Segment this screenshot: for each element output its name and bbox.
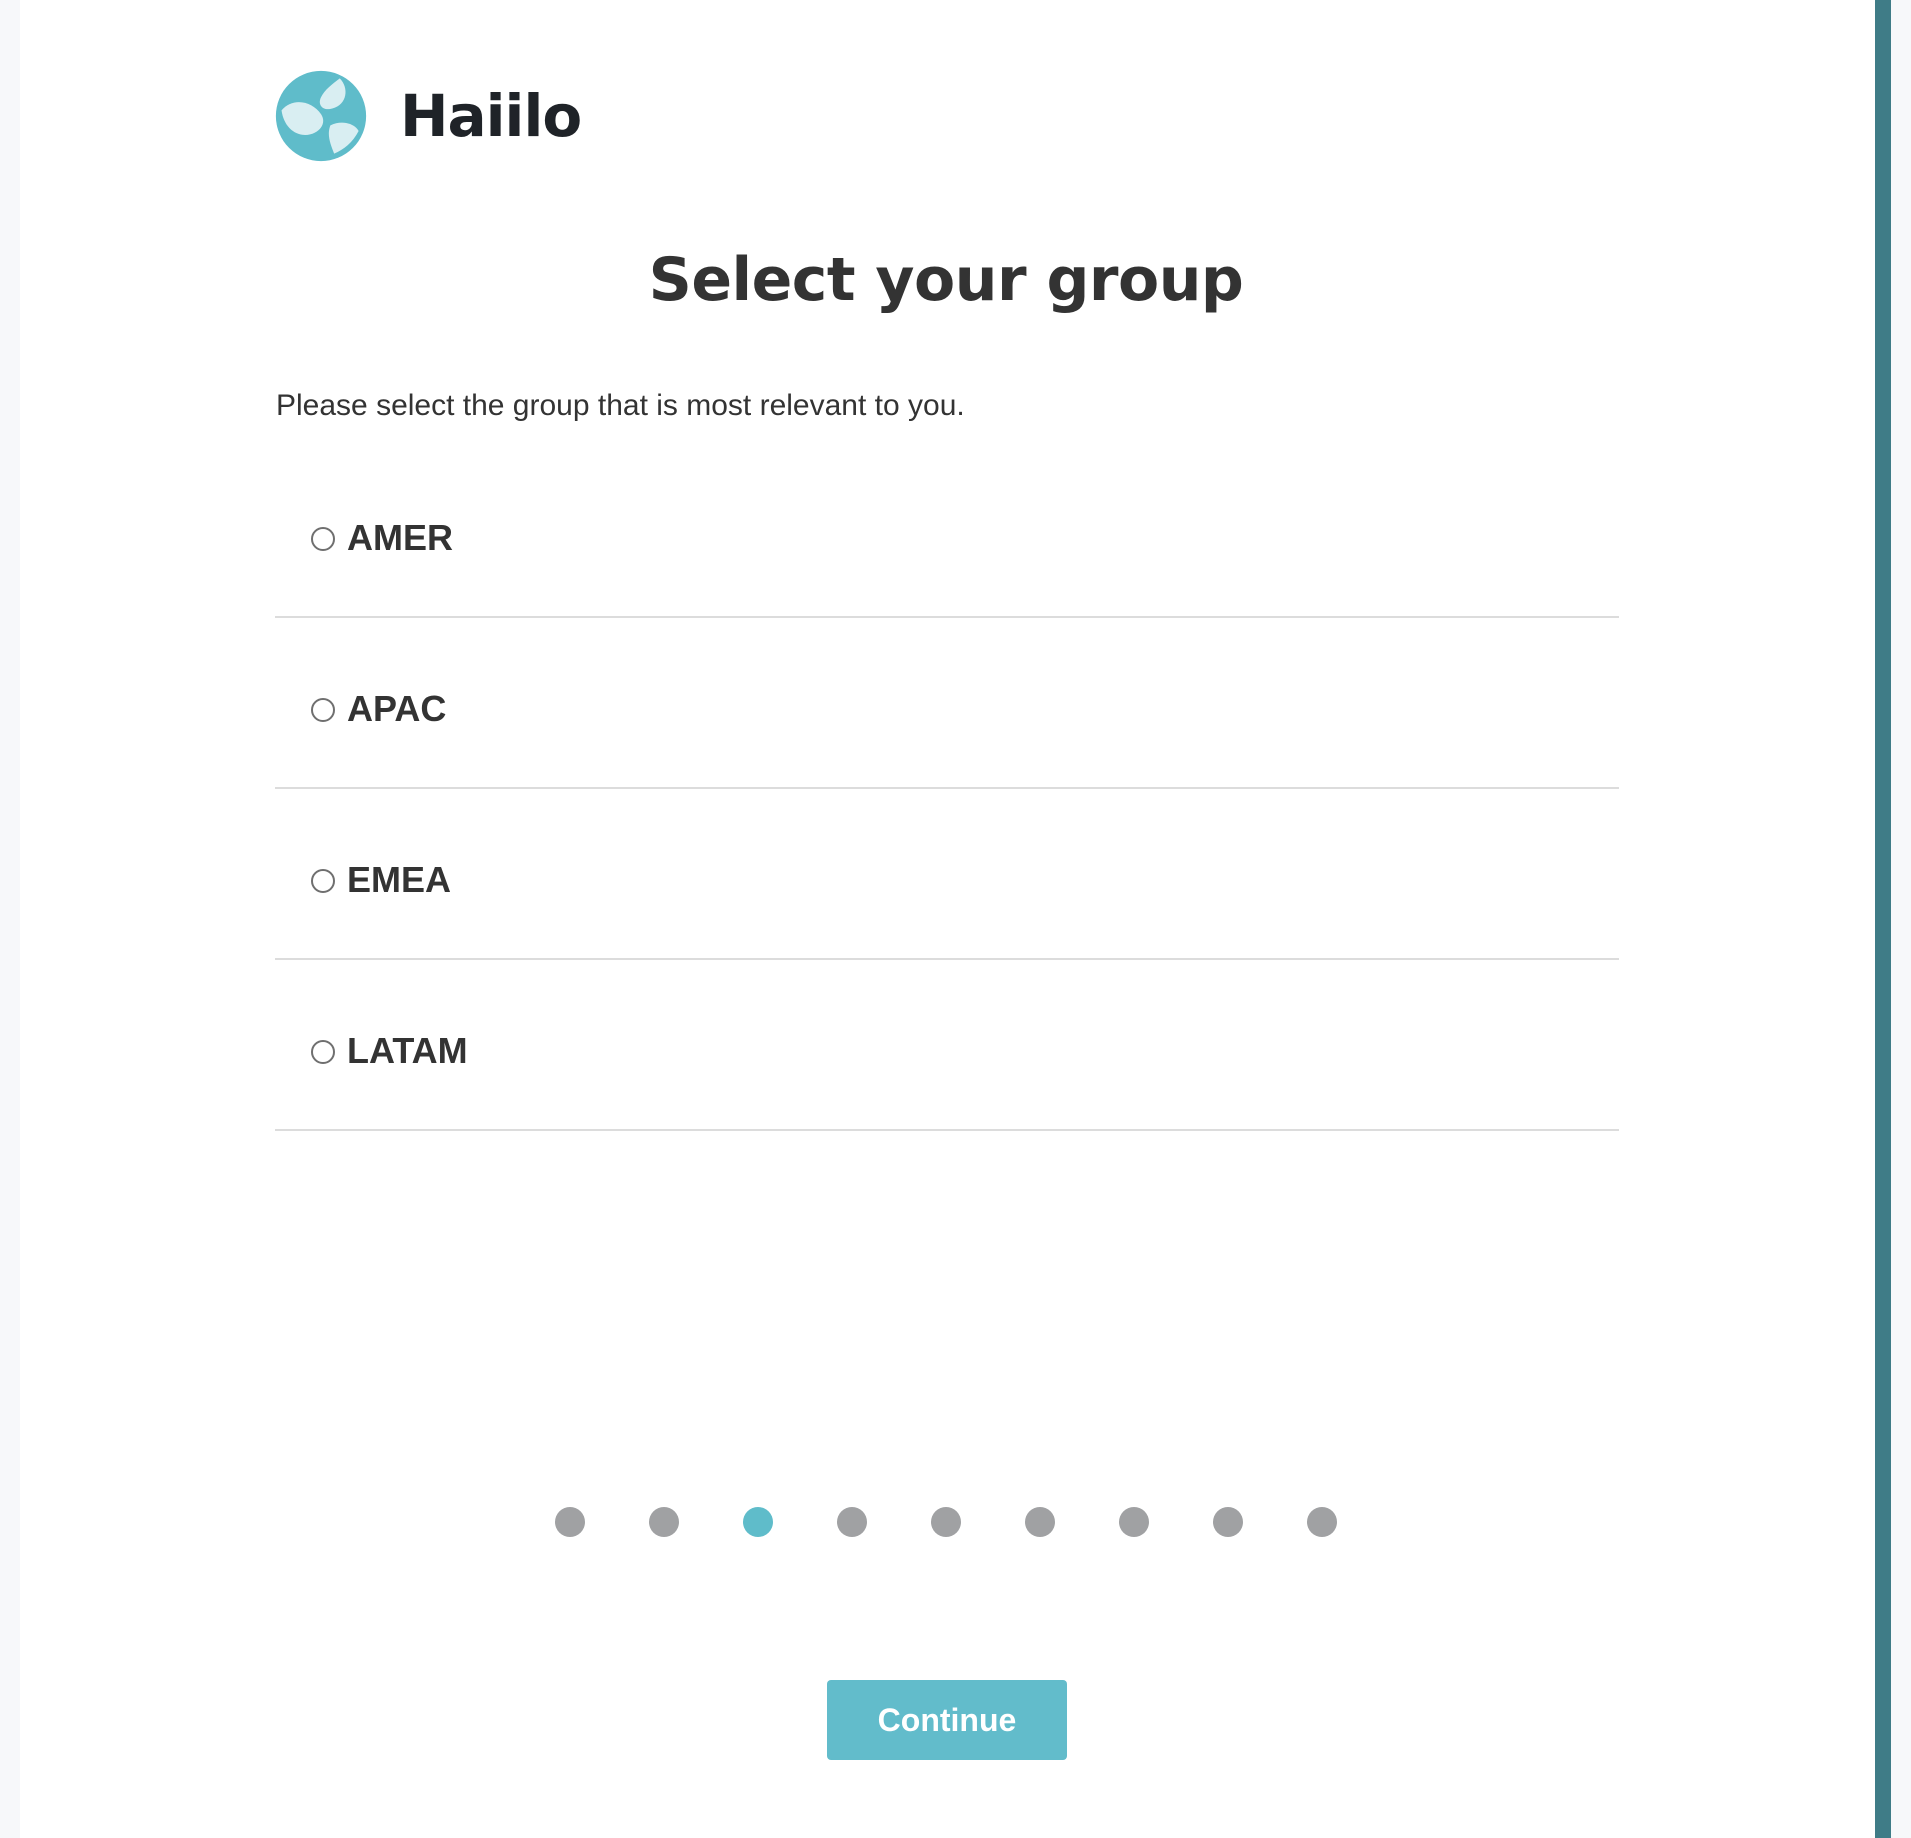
step-dot-7[interactable] [1119,1507,1149,1537]
radio-button[interactable] [311,1040,335,1064]
haiilo-logo-icon [275,70,367,162]
page-title: Select your group [648,245,1244,315]
group-option-apac[interactable]: APAC [275,618,1619,789]
group-label[interactable]: LATAM [347,1028,468,1074]
group-label[interactable]: AMER [347,515,453,561]
group-option-latam[interactable]: LATAM [275,960,1619,1131]
group-option-amer[interactable]: AMER [275,447,1619,618]
step-dot-3[interactable] [743,1507,773,1537]
brand-header: Haiilo [274,68,582,164]
step-dot-8[interactable] [1213,1507,1243,1537]
continue-button[interactable]: Continue [827,1680,1067,1760]
brand-name: Haiilo [400,82,582,150]
step-dot-4[interactable] [837,1507,867,1537]
group-option-emea[interactable]: EMEA [275,789,1619,960]
group-list: AMER APAC EMEA LATAM [275,447,1619,1131]
radio-button[interactable] [311,869,335,893]
page-subtitle: Please select the group that is most rel… [276,389,965,422]
step-dot-9[interactable] [1307,1507,1337,1537]
step-dot-2[interactable] [649,1507,679,1537]
step-dot-1[interactable] [555,1507,585,1537]
step-dot-5[interactable] [931,1507,961,1537]
step-dot-6[interactable] [1025,1507,1055,1537]
radio-button[interactable] [311,527,335,551]
group-label[interactable]: APAC [347,686,446,732]
step-pager [555,1507,1337,1537]
radio-button[interactable] [311,698,335,722]
group-label[interactable]: EMEA [347,857,451,903]
side-strip [1875,0,1891,1838]
